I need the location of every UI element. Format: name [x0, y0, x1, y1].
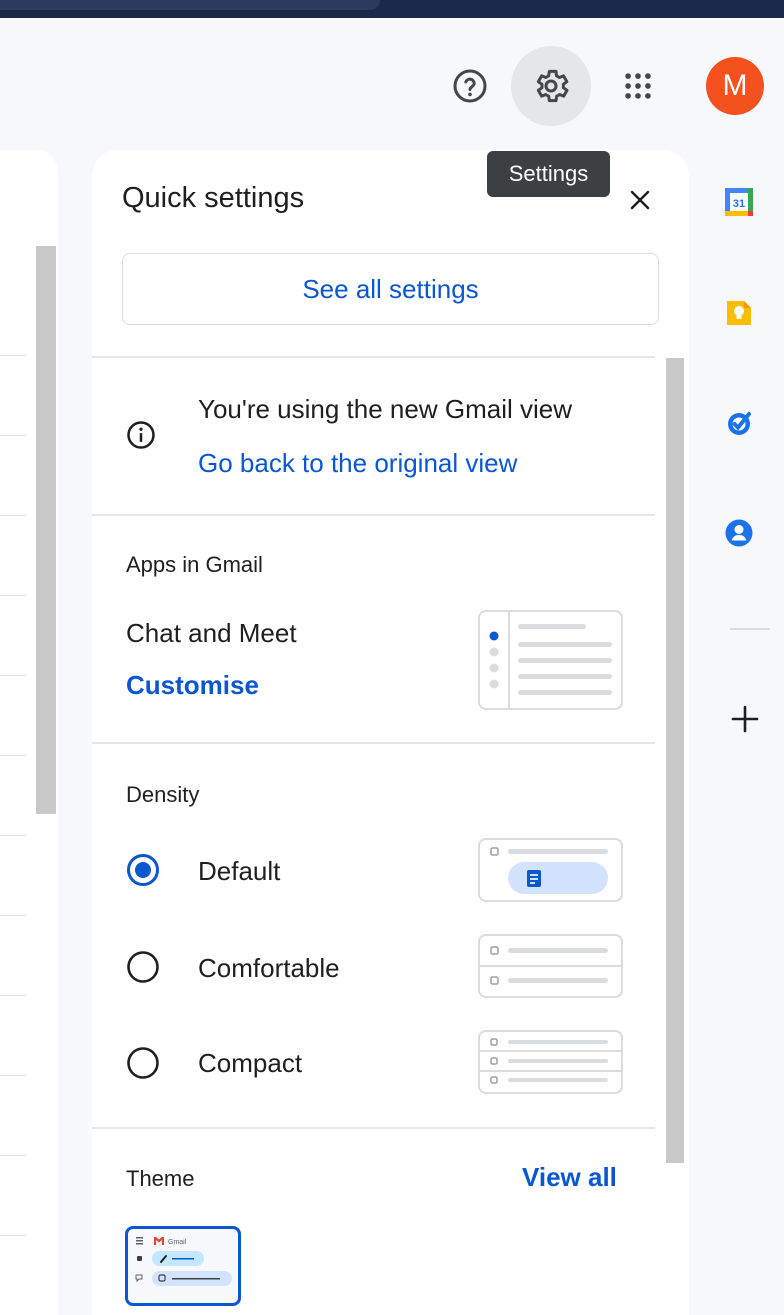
- tasks-icon[interactable]: [724, 408, 754, 438]
- chat-meet-label: Chat and Meet: [126, 618, 297, 648]
- row-divider: [0, 435, 26, 436]
- theme-thumb-brand: Gmail: [168, 1239, 187, 1246]
- calendar-icon[interactable]: 31: [724, 187, 754, 217]
- gear-icon: [536, 69, 569, 103]
- density-default-label[interactable]: Default: [198, 856, 280, 887]
- theme-thumbnail-default[interactable]: Gmail: [125, 1226, 241, 1306]
- side-panel-divider: [730, 628, 770, 630]
- default-density-graphic: [490, 847, 608, 894]
- view-notice-text: You're using the new Gmail view: [198, 394, 572, 424]
- row-divider: [0, 995, 26, 996]
- section-divider: [92, 356, 655, 358]
- layout-preview-graphic: [489, 612, 612, 708]
- close-icon: [630, 190, 650, 210]
- row-divider: [0, 1155, 26, 1156]
- account-avatar[interactable]: M: [706, 57, 764, 115]
- row-divider: [0, 355, 26, 356]
- google-apps-button[interactable]: [598, 46, 678, 126]
- density-comfortable-label[interactable]: Comfortable: [198, 953, 340, 984]
- density-compact-radio[interactable]: [126, 1046, 160, 1080]
- density-default-radio[interactable]: [126, 853, 160, 887]
- see-all-settings-button[interactable]: See all settings: [122, 253, 659, 325]
- original-view-link[interactable]: Go back to the original view: [198, 448, 517, 479]
- density-compact-preview: [478, 1030, 623, 1094]
- apps-grid-icon: [625, 73, 651, 99]
- density-section-label: Density: [126, 782, 200, 807]
- density-default-preview: [478, 838, 623, 902]
- section-divider: [92, 742, 655, 744]
- row-divider: [0, 675, 26, 676]
- calendar-day: 31: [733, 198, 745, 210]
- info-icon: [127, 421, 155, 449]
- search-bar-edge: [0, 0, 380, 10]
- row-divider: [0, 915, 26, 916]
- keep-icon[interactable]: [724, 298, 754, 328]
- comfortable-density-graphic: [480, 946, 621, 985]
- support-button[interactable]: [430, 46, 510, 126]
- add-icon[interactable]: [728, 702, 762, 736]
- row-divider: [0, 595, 26, 596]
- mail-list-scrollbar[interactable]: [36, 246, 56, 814]
- help-icon: [453, 69, 487, 103]
- row-divider: [0, 755, 26, 756]
- row-divider: [0, 1075, 26, 1076]
- settings-button[interactable]: [511, 46, 591, 126]
- compact-density-graphic: [480, 1038, 621, 1084]
- density-comfortable-preview: [478, 934, 623, 998]
- row-divider: [0, 835, 26, 836]
- quick-settings-panel: Quick settings See all settings You're u…: [92, 150, 689, 1315]
- row-divider: [0, 1235, 26, 1236]
- view-all-themes-link[interactable]: View all: [522, 1162, 617, 1193]
- close-button[interactable]: [622, 182, 658, 218]
- customise-link[interactable]: Customise: [126, 670, 259, 701]
- contacts-icon[interactable]: [724, 518, 754, 548]
- density-comfortable-radio[interactable]: [126, 950, 160, 984]
- chat-meet-preview: [478, 610, 623, 710]
- top-strip: [0, 0, 784, 18]
- panel-scrollbar[interactable]: [666, 358, 684, 1163]
- panel-title: Quick settings: [122, 182, 305, 214]
- apps-section-label: Apps in Gmail: [126, 552, 263, 577]
- section-divider: [92, 1127, 655, 1129]
- row-divider: [0, 515, 26, 516]
- theme-section-label: Theme: [126, 1166, 195, 1191]
- settings-tooltip: Settings: [487, 151, 610, 197]
- density-compact-label[interactable]: Compact: [198, 1048, 302, 1079]
- section-divider: [92, 514, 655, 516]
- theme-preview-graphic: Gmail: [135, 1237, 232, 1286]
